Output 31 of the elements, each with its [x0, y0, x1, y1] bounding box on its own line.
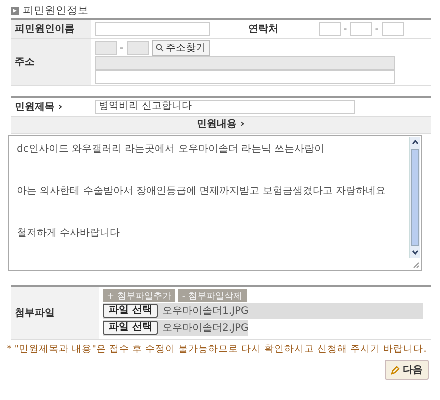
- choose-file-button[interactable]: 파일 선택: [103, 304, 158, 318]
- section-heading: 민원내용 ›: [197, 119, 245, 130]
- field-label: 주소: [15, 57, 35, 68]
- field-label: 민원제목 ›: [15, 102, 63, 113]
- address-search-button[interactable]: 주소찾기: [152, 40, 210, 56]
- input-field[interactable]: [382, 22, 404, 36]
- input-field[interactable]: [95, 22, 210, 36]
- file-name: 오우마이솔더2.JPG: [161, 322, 250, 335]
- notice-text: * "민원제목과 내용"은 접수 후 수정이 불가능하므로 다시 확인하시고 신청해 주시기 바랍니다.: [7, 343, 428, 356]
- choose-file-button[interactable]: 파일 선택: [103, 321, 158, 335]
- field-label: 피민원인이름: [15, 24, 75, 35]
- pencil-icon: [391, 366, 400, 374]
- next-button[interactable]: 다음: [385, 360, 429, 380]
- input-field[interactable]: [95, 41, 117, 55]
- section-title: 피민원인정보: [23, 4, 89, 18]
- input-field[interactable]: [350, 22, 372, 36]
- separator-text: -: [120, 42, 124, 54]
- separator-text: -: [375, 24, 379, 34]
- scrollbar[interactable]: [409, 137, 420, 258]
- input-field[interactable]: [126, 41, 149, 55]
- input-field[interactable]: [95, 70, 395, 84]
- resize-grip-icon[interactable]: [412, 261, 420, 269]
- file-name: 오우마이솔더1.JPG: [161, 305, 250, 318]
- field-label: 연락처: [248, 24, 279, 35]
- field-label: 첨부파일: [15, 308, 55, 319]
- title-field[interactable]: 병역비리 신고합니다: [95, 100, 355, 114]
- input-field[interactable]: [318, 22, 341, 36]
- bullet-icon: [11, 7, 19, 15]
- search-icon: [156, 44, 164, 52]
- content-textarea[interactable]: dc인사이드 와우갤러리 라는곳에서 오우마이솔더 라는닉 쓰는사람이 아는 의사한테 수술받아서 장애인등급에 면제까지받고 보험금생겼다고 자랑하네요 철저하게 수사바랍니다: [8, 135, 422, 271]
- separator-text: -: [344, 24, 348, 34]
